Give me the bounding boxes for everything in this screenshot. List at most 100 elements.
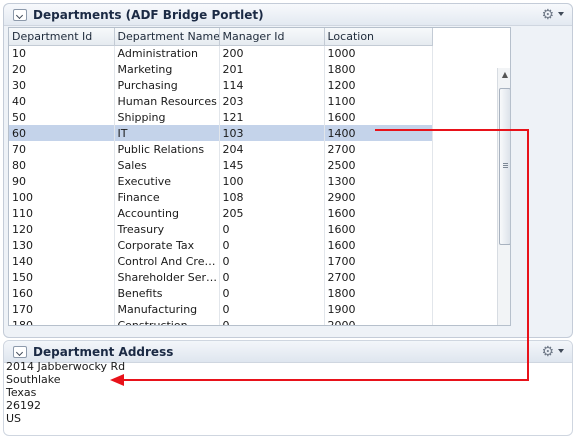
department-name-cell: Human Resources <box>114 93 220 109</box>
department-name-cell: Executive <box>114 173 220 189</box>
location-cell: 1800 <box>324 285 433 301</box>
department-id-cell: 160 <box>9 285 115 301</box>
table-row[interactable]: 70 Public Relations 204 2700 <box>9 141 433 157</box>
address-street: 2014 Jabberwocky Rd <box>6 360 126 373</box>
department-id-cell: 140 <box>9 253 115 269</box>
manager-id-cell: 0 <box>219 317 325 325</box>
department-id-cell: 20 <box>9 61 115 77</box>
department-name-cell: Construction <box>114 317 220 325</box>
gear-icon[interactable]: ⚙ <box>541 7 554 23</box>
table-row[interactable]: 150Shareholder Services02700 <box>9 269 433 285</box>
table-row[interactable]: 10 Administration 200 1000 <box>9 45 433 61</box>
department-name-cell: IT <box>114 125 220 141</box>
manager-id-cell: 145 <box>219 157 325 173</box>
department-id-cell: 100 <box>9 189 115 205</box>
column-header-department-name[interactable]: Department Name <box>114 28 220 46</box>
manager-id-cell: 0 <box>219 301 325 317</box>
department-name-cell: Marketing <box>114 61 220 77</box>
chevron-down-icon[interactable] <box>13 9 27 21</box>
gear-icon[interactable]: ⚙ <box>541 344 554 360</box>
location-cell: 2500 <box>324 157 433 173</box>
location-cell: 1600 <box>324 237 433 253</box>
address-state: Texas <box>6 386 37 399</box>
manager-id-cell: 0 <box>219 269 325 285</box>
location-cell: 1300 <box>324 173 433 189</box>
address-postal-code: 26192 <box>6 399 41 412</box>
location-cell: 2700 <box>324 141 433 157</box>
departments-table: Department Id Department Name Manager Id… <box>8 27 511 326</box>
scroll-up-icon[interactable]: ▲ <box>498 68 510 82</box>
department-name-cell: Purchasing <box>114 77 220 93</box>
manager-id-cell: 103 <box>219 125 325 141</box>
manager-id-cell: 121 <box>219 109 325 125</box>
table-row[interactable]: 130 Corporate Tax 0 1600 <box>9 237 433 253</box>
location-cell: 2000 <box>324 317 433 325</box>
department-name-cell: Control And Credit <box>114 253 220 269</box>
departments-portlet: Departments (ADF Bridge Portlet) ⚙ Depar… <box>3 3 573 338</box>
department-id-cell: 120 <box>9 221 115 237</box>
manager-id-cell: 100 <box>219 173 325 189</box>
department-name-cell: Corporate Tax <box>114 237 220 253</box>
manager-id-cell: 0 <box>219 285 325 301</box>
department-id-cell: 130 <box>9 237 115 253</box>
department-name-cell: Shipping <box>114 109 220 125</box>
table-row[interactable]: 100 Finance 108 2900 <box>9 189 433 205</box>
address-city: Southlake <box>6 373 61 386</box>
settings-menu-caret-icon[interactable] <box>558 12 564 16</box>
department-id-cell: 50 <box>9 109 115 125</box>
table-row[interactable]: 140 Control And Credit 0 1700 <box>9 253 433 269</box>
manager-id-cell: 203 <box>219 93 325 109</box>
settings-menu-caret-icon[interactable] <box>558 349 564 353</box>
table-row[interactable]: 80 Sales 145 2500 <box>9 157 433 173</box>
manager-id-cell: 0 <box>219 221 325 237</box>
department-id-cell: 40 <box>9 93 115 109</box>
location-cell: 1700 <box>324 253 433 269</box>
manager-id-cell: 0 <box>219 237 325 253</box>
table-row[interactable]: 50 Shipping 121 1600 <box>9 109 433 125</box>
department-name-cell: Shareholder Services <box>114 269 220 285</box>
manager-id-cell: 201 <box>219 61 325 77</box>
manager-id-cell: 114 <box>219 77 325 93</box>
manager-id-cell: 0 <box>219 253 325 269</box>
table-vertical-scrollbar[interactable]: ▲ ▼ <box>497 68 510 325</box>
location-cell: 1200 <box>324 77 433 93</box>
table-row[interactable]: 120 Treasury 0 1600 <box>9 221 433 237</box>
scrollbar-thumb[interactable] <box>499 88 510 245</box>
table-row[interactable]: 170 Manufacturing 0 1900 <box>9 301 433 317</box>
location-cell: 1800 <box>324 61 433 77</box>
table-row[interactable]: 180 Construction 0 2000 <box>9 317 433 325</box>
location-cell: 1600 <box>324 205 433 221</box>
column-header-location[interactable]: Location <box>324 28 433 46</box>
location-cell: 2900 <box>324 189 433 205</box>
department-id-cell: 90 <box>9 173 115 189</box>
department-name-cell: Accounting <box>114 205 220 221</box>
department-id-cell: 110 <box>9 205 115 221</box>
table-row[interactable]: 90 Executive 100 1300 <box>9 173 433 189</box>
department-name-cell: Manufacturing <box>114 301 220 317</box>
column-header-department-id[interactable]: Department Id <box>9 28 115 46</box>
table-row[interactable]: 30 Purchasing 114 1200 <box>9 77 433 93</box>
location-cell: 1600 <box>324 109 433 125</box>
location-cell: 1000 <box>324 45 433 61</box>
address-portlet-title: Department Address <box>33 345 174 359</box>
table-row[interactable]: 20 Marketing 201 1800 <box>9 61 433 77</box>
table-row[interactable]: 110 Accounting 205 1600 <box>9 205 433 221</box>
table-row[interactable]: 160 Benefits 0 1800 <box>9 285 433 301</box>
department-id-cell: 70 <box>9 141 115 157</box>
department-id-cell: 80 <box>9 157 115 173</box>
departments-portlet-title: Departments (ADF Bridge Portlet) <box>33 8 264 22</box>
chevron-down-icon[interactable] <box>13 346 27 358</box>
department-name-cell: Benefits <box>114 285 220 301</box>
column-header-manager-id[interactable]: Manager Id <box>219 28 325 46</box>
address-block: 2014 Jabberwocky Rd Southlake Texas 2619… <box>6 360 125 425</box>
department-name-cell: Finance <box>114 189 220 205</box>
location-cell: 1400 <box>324 125 433 141</box>
table-row[interactable]: 60 IT 103 1400 <box>9 125 433 141</box>
manager-id-cell: 205 <box>219 205 325 221</box>
department-id-cell: 180 <box>9 317 115 325</box>
table-row[interactable]: 40 Human Resources 203 1100 <box>9 93 433 109</box>
location-cell: 1900 <box>324 301 433 317</box>
location-cell: 2700 <box>324 269 433 285</box>
manager-id-cell: 108 <box>219 189 325 205</box>
department-name-cell: Treasury <box>114 221 220 237</box>
